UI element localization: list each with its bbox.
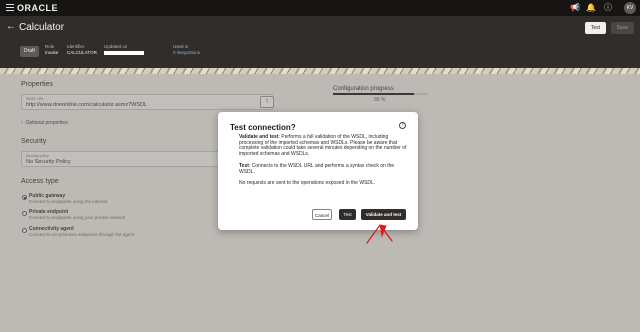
dialog-test-button[interactable]: Test (339, 209, 356, 220)
meta-role: Role Invoke (45, 44, 59, 55)
validate-and-test-button[interactable]: Validate and test (361, 209, 406, 220)
test-description: Test: Connects to the WSDL URL and perfo… (239, 163, 395, 175)
test-button[interactable]: Test (584, 22, 606, 34)
meta-identifier: Identifier CALCULATOR (67, 44, 97, 55)
bell-icon[interactable]: 🔔 (586, 3, 596, 13)
help-icon[interactable]: ? (399, 122, 406, 129)
test-connection-dialog: Test connection? ? Validate and test: Pe… (218, 112, 418, 230)
back-arrow-icon[interactable]: ← (6, 21, 16, 32)
save-button[interactable]: Save (610, 22, 634, 34)
page-title: Calculator (19, 22, 65, 33)
oracle-logo: ORACLE (17, 3, 58, 13)
hamburger-icon[interactable] (6, 4, 14, 12)
status-badge: Draft (20, 46, 39, 57)
meta-used-in: Used in 0 integrations (173, 44, 201, 55)
meta-updated: Updated on (104, 44, 144, 57)
megaphone-icon[interactable]: 📢 (570, 3, 580, 13)
page-header: ← Calculator Test Save Draft Role Invoke… (0, 16, 640, 68)
top-bar: ORACLE 📢 🔔 ⓘ KV (0, 0, 640, 16)
help-icon[interactable]: ⓘ (604, 3, 612, 13)
cancel-button[interactable]: Cancel (312, 209, 332, 220)
validate-description: Validate and test: Performs a full valid… (239, 134, 407, 157)
no-requests-note: No requests are sent to the operations e… (239, 180, 376, 186)
redacted-value (104, 51, 144, 55)
dialog-title: Test connection? (230, 123, 296, 132)
avatar[interactable]: KV (624, 2, 636, 14)
